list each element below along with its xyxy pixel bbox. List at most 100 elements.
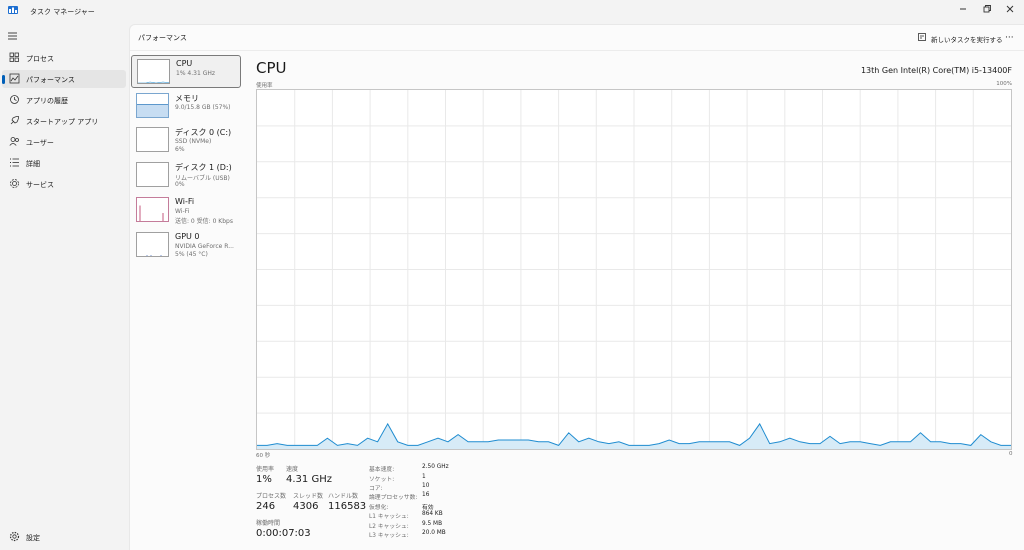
- app-history-icon: [9, 94, 20, 105]
- spec-value: 1: [422, 474, 426, 480]
- resource-item-cpu[interactable]: CPU 1% 4.31 GHz: [131, 55, 241, 88]
- graph-label-zero: 0: [1009, 451, 1013, 457]
- title-bar: タスク マネージャー: [0, 0, 1024, 24]
- cpu-thumbnail: [137, 59, 170, 84]
- spec-key: L3 キャッシュ:: [369, 533, 409, 539]
- sidebar-item-users[interactable]: ユーザー: [2, 133, 126, 151]
- sidebar: プロセス パフォーマンス アプリの履歴 スタートアップ アプリ ユーザー 詳細 …: [0, 24, 128, 550]
- spec-value: 9.5 MB: [422, 521, 443, 527]
- active-indicator: [2, 75, 5, 84]
- spec-key: コア:: [369, 486, 383, 492]
- memory-thumbnail: [136, 93, 169, 118]
- close-button[interactable]: [1000, 2, 1020, 16]
- processes-value: 246: [256, 501, 276, 512]
- spec-value: 10: [422, 483, 430, 489]
- spec-value: 20.0 MB: [422, 530, 446, 536]
- sidebar-item-label: アプリの履歴: [26, 97, 68, 105]
- hamburger-menu-icon[interactable]: [7, 31, 19, 41]
- sidebar-item-startup-apps[interactable]: スタートアップ アプリ: [2, 112, 126, 130]
- detail-title: CPU: [256, 59, 287, 77]
- processes-label: プロセス数: [256, 493, 287, 500]
- sidebar-item-label: パフォーマンス: [26, 76, 75, 84]
- sidebar-item-label: 設定: [26, 534, 40, 542]
- resource-sub: NVIDIA GeForce R...: [175, 243, 234, 250]
- resource-sub: Wi-Fi: [175, 208, 190, 215]
- users-icon: [9, 136, 20, 147]
- sidebar-item-label: ユーザー: [26, 139, 54, 147]
- disk-1-thumbnail: [136, 162, 169, 187]
- wifi-thumbnail: [136, 197, 169, 222]
- page-title: パフォーマンス: [138, 34, 187, 42]
- uptime-value: 0:00:07:03: [256, 528, 311, 539]
- speed-value: 4.31 GHz: [286, 474, 332, 485]
- spec-key: 論理プロセッサ数:: [369, 495, 418, 501]
- main-panel: パフォーマンス 新しいタスクを実行する ··· CPU 1% 4.31 GHz …: [129, 24, 1024, 550]
- threads-label: スレッド数: [293, 493, 324, 500]
- spec-key: 仮想化:: [369, 505, 389, 511]
- restore-button[interactable]: [976, 2, 996, 16]
- resource-sub: 9.0/15.8 GB (57%): [175, 104, 231, 111]
- graph-label-max: 100%: [996, 81, 1012, 87]
- resource-item-memory[interactable]: メモリ 9.0/15.8 GB (57%): [131, 90, 241, 123]
- resource-sub: 送信: 0 受信: 0 Kbps: [175, 218, 233, 225]
- cpu-usage-graph: [256, 89, 1012, 450]
- usage-value: 1%: [256, 474, 272, 485]
- details-icon: [9, 157, 20, 168]
- cpu-usage-chart: [257, 90, 1011, 449]
- sidebar-item-settings[interactable]: 設定: [2, 528, 126, 546]
- resource-name: ディスク 1 (D:): [175, 163, 232, 172]
- graph-label-usage: 使用率: [256, 83, 273, 89]
- sidebar-item-label: サービス: [26, 181, 54, 189]
- startup-icon: [9, 115, 20, 126]
- sidebar-item-label: プロセス: [26, 55, 54, 63]
- resource-item-wifi[interactable]: Wi-Fi Wi-Fi 送信: 0 受信: 0 Kbps: [131, 194, 241, 227]
- spec-key: L1 キャッシュ:: [369, 514, 409, 520]
- resource-sub: SSD (NVMe): [175, 138, 212, 145]
- sidebar-item-label: 詳細: [26, 160, 40, 168]
- spec-value: 864 KB: [422, 511, 443, 517]
- resource-item-gpu-0[interactable]: GPU 0 NVIDIA GeForce R... 5% (45 °C): [131, 229, 241, 262]
- resource-name: Wi-Fi: [175, 197, 195, 206]
- cpu-model: 13th Gen Intel(R) Core(TM) i5-13400F: [860, 66, 1012, 75]
- uptime-label: 稼働時間: [256, 520, 281, 527]
- resource-sub: 0%: [175, 181, 185, 188]
- disk-0-thumbnail: [136, 127, 169, 152]
- run-task-icon: [918, 33, 927, 42]
- resource-name: CPU: [176, 59, 193, 68]
- resource-name: ディスク 0 (C:): [175, 128, 232, 137]
- sidebar-item-performance[interactable]: パフォーマンス: [2, 70, 126, 88]
- header-divider: [130, 50, 1024, 51]
- threads-value: 4306: [293, 501, 319, 512]
- resource-name: メモリ: [175, 94, 199, 103]
- resource-name: GPU 0: [175, 232, 200, 241]
- services-icon: [9, 178, 20, 189]
- sidebar-item-details[interactable]: 詳細: [2, 154, 126, 172]
- minimize-button[interactable]: [953, 2, 973, 16]
- spec-key: ソケット:: [369, 477, 395, 483]
- resource-sub: 6%: [175, 146, 185, 153]
- spec-value: 2.50 GHz: [422, 464, 449, 470]
- resource-item-disk-1[interactable]: ディスク 1 (D:) リムーバブル (USB) 0%: [131, 159, 241, 192]
- gear-icon: [9, 531, 20, 542]
- spec-value: 16: [422, 492, 430, 498]
- speed-label: 速度: [286, 466, 299, 473]
- spec-key: L2 キャッシュ:: [369, 524, 409, 530]
- sidebar-item-processes[interactable]: プロセス: [2, 49, 126, 67]
- resource-item-disk-0[interactable]: ディスク 0 (C:) SSD (NVMe) 6%: [131, 124, 241, 157]
- handles-value: 116583: [328, 501, 367, 512]
- sidebar-item-services[interactable]: サービス: [2, 175, 126, 193]
- usage-label: 使用率: [256, 466, 275, 473]
- sidebar-item-app-history[interactable]: アプリの履歴: [2, 91, 126, 109]
- graph-label-60s: 60 秒: [256, 453, 271, 459]
- spec-key: 基本速度:: [369, 467, 395, 473]
- resource-sub: 1% 4.31 GHz: [176, 70, 216, 77]
- task-manager-icon: [8, 6, 18, 14]
- sidebar-item-label: スタートアップ アプリ: [26, 118, 99, 126]
- processes-icon: [9, 52, 20, 63]
- performance-icon: [9, 73, 20, 84]
- handles-label: ハンドル数: [328, 493, 359, 500]
- more-options-button[interactable]: ···: [1005, 33, 1014, 43]
- window-title: タスク マネージャー: [30, 8, 95, 16]
- spec-value: 有効: [422, 505, 434, 511]
- gpu-0-thumbnail: [136, 232, 169, 257]
